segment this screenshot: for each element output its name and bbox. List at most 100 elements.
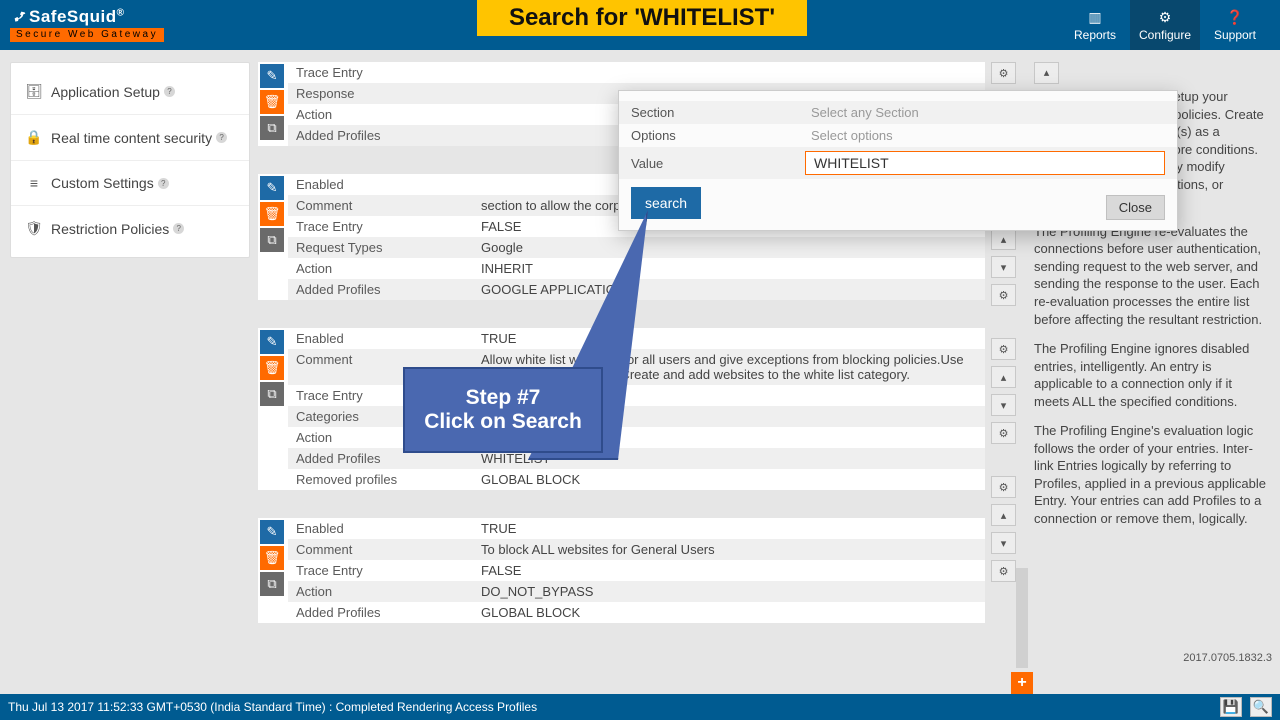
collapse-info-button[interactable]: ▴ xyxy=(1034,62,1059,84)
nav-support[interactable]: ❓ Support xyxy=(1200,0,1270,50)
entry-row-value xyxy=(473,62,985,83)
sidebar-item-label: Application Setup xyxy=(51,84,160,100)
dialog-value-input[interactable] xyxy=(805,151,1165,175)
entry-action-icons: ✎🗑⧉ xyxy=(258,62,288,146)
entry-row: Trace Entry xyxy=(288,62,985,83)
entry-row: ActionDO_NOT_BYPASS xyxy=(288,581,985,602)
entry-row-label: Added Profiles xyxy=(288,279,473,300)
entry-row: Trace EntryFALSE xyxy=(288,385,985,406)
nav-support-label: Support xyxy=(1214,28,1256,42)
entry-row-label: Added Profiles xyxy=(288,125,473,146)
sidebar-item-custom[interactable]: ≡ Custom Settings ? xyxy=(11,161,249,206)
entry-row-value: FALSE xyxy=(473,560,985,581)
entry-row: ActionALLOW xyxy=(288,427,985,448)
copy-entry-button[interactable]: ⧉ xyxy=(260,116,284,140)
entry-side-controls: ⚙ ▴ ▾ ⚙ xyxy=(991,476,1022,582)
edit-entry-button[interactable]: ✎ xyxy=(260,176,284,200)
search-icon[interactable]: 🔍 xyxy=(1250,697,1272,717)
move-down-button[interactable]: ▾ xyxy=(991,394,1016,416)
entry-row-label: Added Profiles xyxy=(288,602,473,623)
edit-entry-button[interactable]: ✎ xyxy=(260,330,284,354)
entry-action-icons: ✎🗑⧉ xyxy=(258,174,288,300)
lock-icon: 🔒 xyxy=(25,129,43,146)
help-icon: ❓ xyxy=(1226,9,1243,26)
sidebar-item-restriction[interactable]: 🛡 Restriction Policies ? xyxy=(11,206,249,251)
move-up-button[interactable]: ▴ xyxy=(991,504,1016,526)
delete-entry-button[interactable]: 🗑 xyxy=(260,356,284,380)
edit-entry-button[interactable]: ✎ xyxy=(260,520,284,544)
nav-configure-label: Configure xyxy=(1139,28,1191,42)
help-dot-icon: ? xyxy=(216,132,227,143)
dialog-section-select[interactable]: Select any Section xyxy=(811,105,1165,120)
move-up-button[interactable]: ▴ xyxy=(991,228,1016,250)
entry-row-value: To block ALL websites for General Users xyxy=(473,539,985,560)
entry-row-label: Comment xyxy=(288,539,473,560)
entry-row: Trace EntryFALSE xyxy=(288,560,985,581)
target-button[interactable]: ⚙ xyxy=(991,284,1016,306)
help-dot-icon: ? xyxy=(164,86,175,97)
entry-row: Categorieswhitelist xyxy=(288,406,985,427)
dialog-search-button[interactable]: search xyxy=(631,187,701,219)
sidebar-item-label: Restriction Policies xyxy=(51,221,169,237)
delete-entry-button[interactable]: 🗑 xyxy=(260,546,284,570)
delete-entry-button[interactable]: 🗑 xyxy=(260,90,284,114)
logo-reg: ® xyxy=(117,7,125,18)
sidebar-item-realtime[interactable]: 🔒 Real time content security ? xyxy=(11,115,249,161)
entry-row-label: Action xyxy=(288,258,473,279)
move-down-button[interactable]: ▾ xyxy=(991,532,1016,554)
edit-entry-button[interactable]: ✎ xyxy=(260,64,284,88)
sidebar-item-app-setup[interactable]: 🗄 Application Setup ? xyxy=(11,69,249,115)
entry-row-value: GLOBAL BLOCK xyxy=(473,602,985,623)
nav-reports-label: Reports xyxy=(1074,28,1116,42)
entry-block: ✎🗑⧉EnabledTRUECommentTo block ALL websit… xyxy=(258,518,985,623)
add-entry-button[interactable]: + xyxy=(1011,672,1033,694)
entry-side-controls: ⚙ ▴ ▾ ⚙ xyxy=(991,338,1022,444)
footer: Thu Jul 13 2017 11:52:33 GMT+0530 (India… xyxy=(0,694,1280,720)
entry-row-value: TRUE xyxy=(473,518,985,539)
settings-button[interactable]: ⚙ xyxy=(991,62,1016,84)
scroll-widget: + xyxy=(1014,568,1030,694)
entry-row-value: Google xyxy=(473,237,985,258)
entry-row-label: Enabled xyxy=(288,174,473,195)
entry-row-label: Trace Entry xyxy=(288,62,473,83)
copy-entry-button[interactable]: ⧉ xyxy=(260,572,284,596)
main: ✎🗑⧉Trace EntryResponseActionAdded Profil… xyxy=(258,50,1030,694)
entry-row-label: Enabled xyxy=(288,518,473,539)
nav-reports[interactable]: ▥ Reports xyxy=(1060,0,1130,50)
move-down-button[interactable]: ▾ xyxy=(991,256,1016,278)
chart-icon: ▥ xyxy=(1088,9,1101,26)
move-up-button[interactable]: ▴ xyxy=(991,366,1016,388)
entry-row: Added ProfilesWHITELIST xyxy=(288,448,985,469)
dialog-close-button[interactable]: Close xyxy=(1106,195,1165,220)
entry-action-icons: ✎🗑⧉ xyxy=(258,518,288,623)
entry-row-label: Trace Entry xyxy=(288,560,473,581)
settings-button[interactable]: ⚙ xyxy=(991,338,1016,360)
delete-entry-button[interactable]: 🗑 xyxy=(260,202,284,226)
entry-row: CommentTo block ALL websites for General… xyxy=(288,539,985,560)
entry-row-label: Action xyxy=(288,104,473,125)
entry-row: EnabledTRUE xyxy=(288,518,985,539)
target-button[interactable]: ⚙ xyxy=(991,422,1016,444)
entry-grid: EnabledTRUECommentTo block ALL websites … xyxy=(288,518,985,623)
shield-icon: 🛡 xyxy=(25,220,43,237)
sidebar-card: 🗄 Application Setup ? 🔒 Real time conten… xyxy=(10,62,250,258)
target-button[interactable]: ⚙ xyxy=(991,560,1016,582)
copy-entry-button[interactable]: ⧉ xyxy=(260,228,284,252)
save-icon[interactable]: 💾 xyxy=(1220,697,1242,717)
dialog-options-select[interactable]: Select options xyxy=(811,128,1165,143)
entry-row-label: Enabled xyxy=(288,328,473,349)
entry-row-label: Action xyxy=(288,581,473,602)
briefcase-icon: 🗄 xyxy=(25,83,43,100)
dialog-options-label: Options xyxy=(631,128,811,143)
help-dot-icon: ? xyxy=(173,223,184,234)
copy-entry-button[interactable]: ⧉ xyxy=(260,382,284,406)
settings-button[interactable]: ⚙ xyxy=(991,476,1016,498)
sidebar-item-label: Custom Settings xyxy=(51,175,154,191)
nav-configure[interactable]: ⚙ Configure xyxy=(1130,0,1200,50)
header-nav: ▥ Reports ⚙ Configure ❓ Support xyxy=(1060,0,1270,50)
entry-row-value: DO_NOT_BYPASS xyxy=(473,581,985,602)
step-callout: Step #7 Click on Search xyxy=(403,367,603,453)
scrollbar[interactable] xyxy=(1016,568,1028,668)
body: 🗄 Application Setup ? 🔒 Real time conten… xyxy=(0,50,1280,694)
info-paragraph: The Profiling Engine's evaluation logic … xyxy=(1034,422,1270,527)
